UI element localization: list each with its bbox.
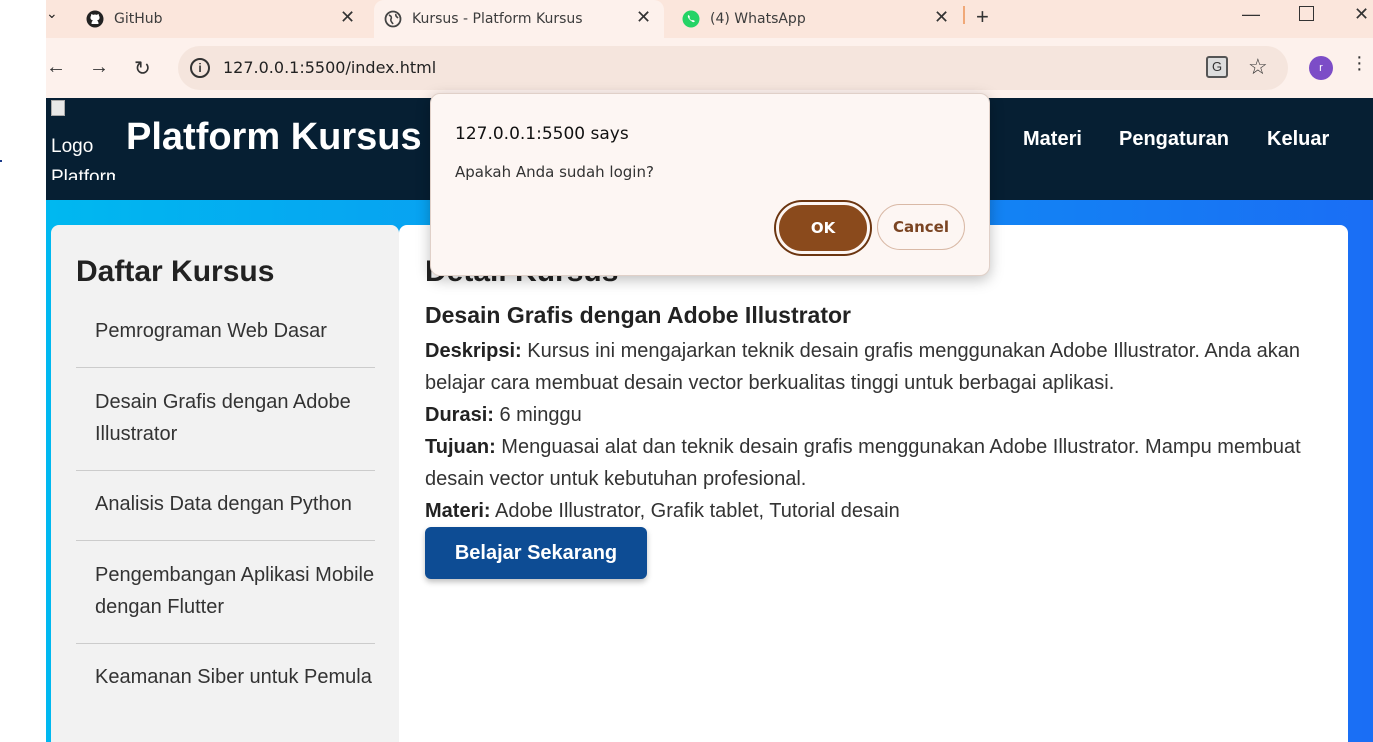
- maximize-icon[interactable]: [1299, 6, 1314, 21]
- bookmark-star-icon[interactable]: ☆: [1248, 54, 1268, 80]
- minimize-icon[interactable]: —: [1242, 4, 1260, 25]
- reload-icon[interactable]: ↻: [134, 56, 151, 81]
- course-title: Desain Grafis dengan Adobe Illustrator: [425, 302, 852, 328]
- close-icon[interactable]: ✕: [636, 7, 651, 28]
- tab-separator: [963, 6, 965, 24]
- goal-row: Tujuan: Menguasai alat dan teknik desain…: [425, 431, 1325, 495]
- cancel-button[interactable]: Cancel: [877, 204, 965, 250]
- course-detail: Detail Kursus Desain Grafis dengan Adobe…: [399, 225, 1348, 742]
- close-icon[interactable]: ✕: [340, 7, 355, 28]
- material-text: Adobe Illustrator, Grafik tablet, Tutori…: [495, 500, 900, 522]
- tab-whatsapp[interactable]: (4) WhatsApp ✕: [682, 0, 962, 38]
- whatsapp-icon: [682, 10, 700, 28]
- menu-kebab-icon[interactable]: · · ·: [1356, 47, 1363, 79]
- tab-search-icon[interactable]: ⌄: [46, 5, 66, 25]
- new-tab-icon[interactable]: +: [976, 4, 989, 30]
- globe-icon: [384, 10, 402, 28]
- logo-broken-image: Logo Platform: [51, 100, 115, 180]
- browser-window: ⌄ GitHub ✕ Kursus - Platform Kursus ✕ (4…: [46, 0, 1373, 742]
- translate-icon[interactable]: G: [1206, 56, 1228, 78]
- info-icon[interactable]: i: [190, 58, 210, 78]
- material-row: Materi: Adobe Illustrator, Grafik tablet…: [425, 495, 1325, 527]
- github-icon: [86, 10, 104, 28]
- logo-alt-text: Logo Platform: [51, 136, 115, 180]
- tab-title: (4) WhatsApp: [710, 11, 806, 27]
- site-title: Platform Kursus: [126, 116, 422, 158]
- tab-github[interactable]: GitHub ✕: [86, 0, 376, 38]
- nav-keluar[interactable]: Keluar: [1267, 128, 1329, 151]
- goal-label: Tujuan:: [425, 436, 496, 458]
- course-item[interactable]: Analisis Data dengan Python: [76, 488, 375, 541]
- description-row: Deskripsi: Kursus ini mengajarkan teknik…: [425, 335, 1325, 399]
- ok-button[interactable]: OK: [776, 202, 870, 254]
- duration-row: Durasi: 6 minggu: [425, 399, 1325, 431]
- course-sidebar: Daftar Kursus Pemrograman Web Dasar Desa…: [51, 225, 399, 742]
- course-item[interactable]: Pengembangan Aplikasi Mobile dengan Flut…: [76, 559, 375, 644]
- confirm-dialog: 127.0.0.1:5500 says Apakah Anda sudah lo…: [430, 93, 990, 276]
- tab-kursus[interactable]: Kursus - Platform Kursus ✕: [374, 0, 664, 38]
- start-learning-button[interactable]: Belajar Sekarang: [425, 527, 647, 579]
- dialog-message: Apakah Anda sudah login?: [455, 163, 654, 181]
- tab-strip: ⌄ GitHub ✕ Kursus - Platform Kursus ✕ (4…: [46, 0, 1373, 38]
- address-bar[interactable]: i 127.0.0.1:5500/index.html G ☆: [178, 46, 1288, 90]
- dialog-title: 127.0.0.1:5500 says: [455, 124, 629, 144]
- desktop-edge: [0, 0, 46, 742]
- course-item[interactable]: Pemrograman Web Dasar: [76, 315, 375, 368]
- duration-text: 6 minggu: [499, 404, 582, 426]
- tab-title: Kursus - Platform Kursus: [412, 11, 583, 27]
- forward-icon[interactable]: →: [89, 56, 109, 79]
- edge-dot: [0, 160, 2, 162]
- description-label: Deskripsi:: [425, 340, 522, 362]
- close-window-icon[interactable]: ✕: [1354, 4, 1369, 25]
- profile-avatar[interactable]: r: [1309, 56, 1333, 80]
- tab-title: GitHub: [114, 11, 163, 27]
- duration-label: Durasi:: [425, 404, 494, 426]
- description-text: Kursus ini mengajarkan teknik desain gra…: [425, 340, 1300, 394]
- url-text[interactable]: 127.0.0.1:5500/index.html: [223, 58, 436, 77]
- course-item[interactable]: Keamanan Siber untuk Pemula: [76, 661, 375, 742]
- nav-pengaturan[interactable]: Pengaturan: [1119, 128, 1229, 151]
- close-icon[interactable]: ✕: [934, 7, 949, 28]
- broken-image-icon: [51, 100, 65, 116]
- browser-toolbar: ← → ↻ i 127.0.0.1:5500/index.html G ☆ r …: [46, 38, 1373, 98]
- back-icon[interactable]: ←: [46, 56, 66, 79]
- course-item[interactable]: Desain Grafis dengan Adobe Illustrator: [76, 386, 375, 471]
- material-label: Materi:: [425, 500, 491, 522]
- sidebar-heading: Daftar Kursus: [76, 255, 275, 288]
- goal-text: Menguasai alat dan teknik desain grafis …: [425, 436, 1301, 490]
- nav-materi[interactable]: Materi: [1023, 128, 1082, 151]
